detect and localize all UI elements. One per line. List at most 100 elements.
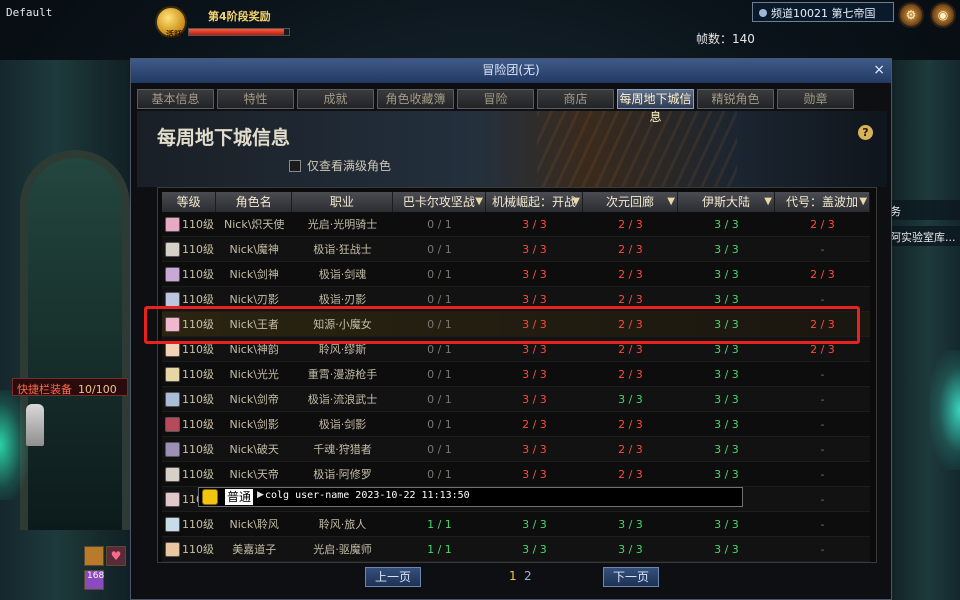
column-header-bakal[interactable]: 巴卡尔攻坚战 ▼ xyxy=(392,192,486,212)
side-quest-tag[interactable]: 务 xyxy=(888,200,960,220)
tab-elite-characters[interactable]: 精锐角色 xyxy=(697,89,774,109)
background-arch xyxy=(20,150,130,530)
tab-shop[interactable]: 商店 xyxy=(537,89,614,109)
full-level-filter[interactable]: 仅查看满级角色 xyxy=(289,157,391,174)
table-row[interactable]: 110级 Nick\刃影 极诣·刃影 0 / 1 3 / 3 2 / 3 3 / 3 - xyxy=(162,287,870,312)
mech-cell: 3 / 3 xyxy=(522,543,547,556)
character-name-cell: Nick\天帝 xyxy=(229,468,279,481)
banner-streak xyxy=(537,111,737,187)
close-icon[interactable]: × xyxy=(873,59,885,82)
column-header-label: 职业 xyxy=(329,195,354,209)
column-header-dimension[interactable]: 次元回廊 ▼ xyxy=(582,192,678,212)
character-name-cell: Nick\聆风 xyxy=(229,518,279,531)
sort-arrow-icon[interactable]: ▼ xyxy=(859,192,867,212)
island-cell: 3 / 3 xyxy=(714,268,739,281)
tab-character-collection[interactable]: 角色收藏簿 xyxy=(377,89,454,109)
level-text: 110级 xyxy=(182,542,214,556)
column-header-label: 代号：盖波加 xyxy=(785,195,858,209)
code-cell: 2 / 3 xyxy=(810,218,835,231)
table-row[interactable]: 110级 Nick\魔神 极诣·狂战士 0 / 1 3 / 3 2 / 3 3 / 3 - xyxy=(162,237,870,262)
table-header: 等级 角色名 职业 巴卡尔攻坚战 ▼ 机械崛起：开战 ▼ 次元回廊 ▼ 伊斯大陆 ▼ 代号：盖波加 ▼ xyxy=(162,192,871,212)
fps-counter: 帧数：140 xyxy=(696,32,755,46)
tab-adventure[interactable]: 冒险 xyxy=(457,89,534,109)
bakal-cell: 0 / 1 xyxy=(427,393,452,406)
table-row[interactable]: 110级 Nick\剑帝 极诣·流浪武士 0 / 1 3 / 3 3 / 3 3 / 3 - xyxy=(162,387,870,412)
code-cell: - xyxy=(820,418,825,431)
chat-channel-tag[interactable]: 普通 xyxy=(225,489,254,505)
sort-arrow-icon[interactable]: ▼ xyxy=(764,192,772,212)
code-cell: - xyxy=(820,443,825,456)
tab-achievements[interactable]: 成就 xyxy=(297,89,374,109)
mech-cell: 3 / 3 xyxy=(522,443,547,456)
character-name-cell: Nick\剑帝 xyxy=(229,393,279,406)
next-page-button[interactable]: 下一页 xyxy=(603,567,659,587)
table-row[interactable]: 110级 Nick\王者 知源·小魔女 0 / 1 3 / 3 2 / 3 3 / 3 2 /… xyxy=(162,312,870,337)
island-cell: 3 / 3 xyxy=(714,468,739,481)
heart-icon[interactable]: ♥ xyxy=(106,546,126,566)
sort-arrow-icon[interactable]: ▼ xyxy=(667,192,675,212)
table-row[interactable]: 110级 Nick\聆风 聆风·旅人 1 / 1 3 / 3 3 / 3 3 / 3 - xyxy=(162,512,870,537)
page-number-2[interactable]: 2 xyxy=(524,569,532,583)
sort-arrow-icon[interactable]: ▼ xyxy=(572,192,580,212)
column-header-island[interactable]: 伊斯大陆 ▼ xyxy=(677,192,775,212)
channel-selector[interactable]: 频道10021 第七帝国 xyxy=(752,2,894,22)
avatar xyxy=(165,516,180,532)
window-title-bar[interactable]: 冒险团(无) × xyxy=(131,59,891,83)
sort-arrow-icon[interactable]: ▼ xyxy=(475,192,483,212)
table-row[interactable]: 110级 Nick\天帝 极诣·阿修罗 0 / 1 3 / 3 2 / 3 3 / 3 - xyxy=(162,462,870,487)
prev-page-button[interactable]: 上一页 xyxy=(365,567,421,587)
level-text: 110级 xyxy=(182,367,214,381)
event-badge-text: 活跃 xyxy=(166,30,182,39)
character-name-cell: Nick\剑影 xyxy=(229,418,279,431)
side-lab-tag[interactable]: 阿实验室库... xyxy=(888,226,960,246)
event-reward-icon[interactable]: 活跃 xyxy=(155,6,187,39)
island-cell: 3 / 3 xyxy=(714,318,739,331)
column-header-mech[interactable]: 机械崛起：开战 ▼ xyxy=(485,192,583,212)
mech-cell: 3 / 3 xyxy=(522,468,547,481)
bakal-cell: 1 / 1 xyxy=(427,543,452,556)
avatar xyxy=(165,266,180,282)
bag-icon[interactable] xyxy=(84,546,104,566)
tab-basic-info[interactable]: 基本信息 xyxy=(137,89,214,109)
mech-cell: 3 / 3 xyxy=(522,393,547,406)
character-name-cell: Nick\破天 xyxy=(229,443,279,456)
profile-label: Default xyxy=(6,6,53,19)
island-cell: 3 / 3 xyxy=(714,243,739,256)
menu-gear-icon[interactable]: ⚙ xyxy=(898,2,924,28)
level-text: 110级 xyxy=(182,417,214,431)
table-row[interactable]: 110级 美嘉道子 光启·驱魔师 1 / 1 3 / 3 3 / 3 3 / 3 - xyxy=(162,537,870,562)
quickbar-equip[interactable]: 快捷栏装备 10/100 xyxy=(12,378,128,396)
tab-medals[interactable]: 勋章 xyxy=(777,89,854,109)
page-title: 每周地下城信息 xyxy=(157,127,291,149)
table-row[interactable]: 110级 Nick\光光 重霄·漫游枪手 0 / 1 3 / 3 2 / 3 3 / 3 - xyxy=(162,362,870,387)
shop-icon[interactable]: ◉ xyxy=(930,2,956,28)
level-text: 110级 xyxy=(182,317,214,331)
mech-cell: 3 / 3 xyxy=(522,343,547,356)
column-header-code[interactable]: 代号：盖波加 ▼ xyxy=(774,192,871,212)
page-number-1[interactable]: 1 xyxy=(509,569,517,583)
help-icon[interactable]: ? xyxy=(858,125,873,140)
mech-cell: 3 / 3 xyxy=(522,368,547,381)
island-cell: 3 / 3 xyxy=(714,543,739,556)
column-header-label: 机械崛起：开战 xyxy=(491,195,576,209)
avatar xyxy=(165,416,180,432)
tab-weekly-dungeon-info[interactable]: 每周地下城信息 xyxy=(617,89,694,124)
table-row[interactable]: 110级 Nick\炽天使 光启·光明骑士 0 / 1 3 / 3 2 / 3 3 / 3 2… xyxy=(162,212,870,237)
character-name-cell: Nick\光光 xyxy=(229,368,279,381)
filter-checkbox[interactable] xyxy=(289,160,301,172)
level-cell: 110级 xyxy=(162,512,216,536)
table-row[interactable]: 110级 Nick\剑影 极诣·剑影 0 / 1 2 / 3 2 / 3 3 / 3 - xyxy=(162,412,870,437)
skill-slot-icon[interactable]: 168 xyxy=(84,570,104,590)
job-cell: 极诣·剑影 xyxy=(318,418,367,431)
level-cell: 110级 xyxy=(162,362,216,386)
emoji-icon[interactable] xyxy=(202,489,218,505)
tab-traits[interactable]: 特性 xyxy=(217,89,294,109)
dimension-cell: 3 / 3 xyxy=(618,543,643,556)
chat-input[interactable]: 普通 ▶ colg user-name 2023-10-22 11:13:50 xyxy=(198,487,743,507)
code-cell: - xyxy=(820,243,825,256)
character-figure xyxy=(26,404,44,446)
table-row[interactable]: 110级 Nick\破天 千魂·狩猎者 0 / 1 3 / 3 2 / 3 3 / 3 - xyxy=(162,437,870,462)
event-title: 第4阶段奖励 xyxy=(208,10,271,23)
table-row[interactable]: 110级 Nick\神韵 聆风·缪斯 0 / 1 3 / 3 2 / 3 3 / 3 2 / … xyxy=(162,337,870,362)
table-row[interactable]: 110级 Nick\剑神 极诣·剑魂 0 / 1 3 / 3 2 / 3 3 / 3 2 / … xyxy=(162,262,870,287)
